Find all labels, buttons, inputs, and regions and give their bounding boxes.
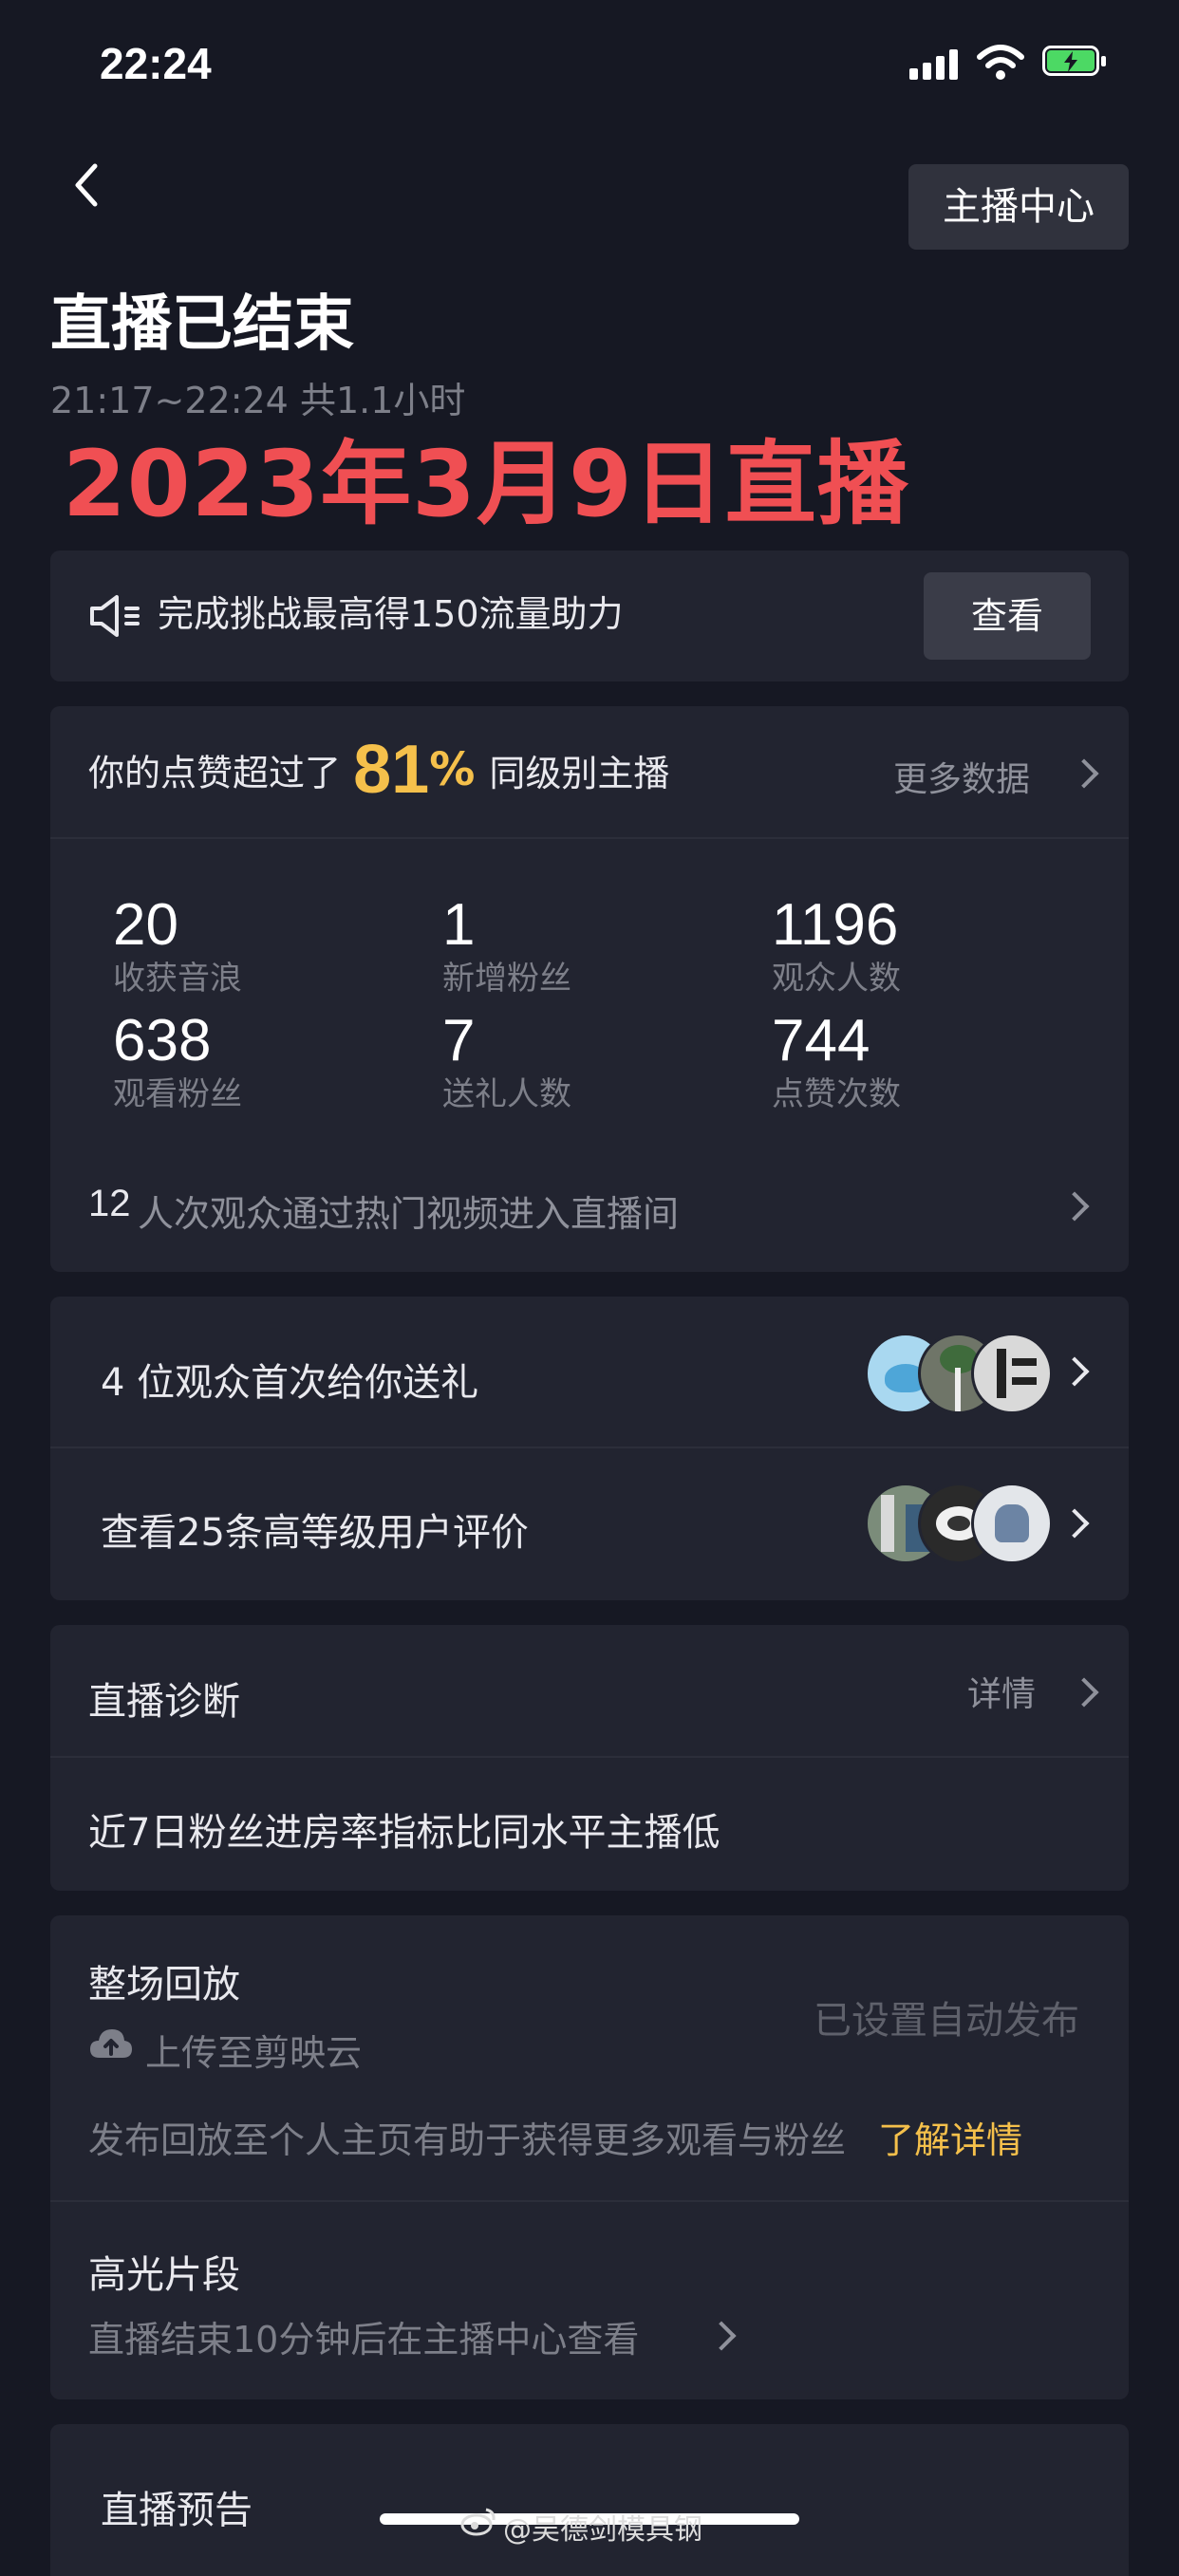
highlights-title: 高光片段 — [88, 2253, 240, 2297]
stat-label: 新增粉丝 — [442, 960, 571, 998]
replay-title: 整场回放 — [88, 1963, 240, 2007]
stat-label: 点赞次数 — [772, 1075, 901, 1113]
date-overlay-text: 2023年3月9日直播 — [63, 431, 909, 537]
likes-prefix: 你的点赞超过了 — [88, 752, 342, 794]
chevron-left-icon — [75, 163, 98, 207]
traffic-source-row[interactable]: 12 人次观众通过热门视频进入直播间 — [50, 1162, 1129, 1247]
back-button[interactable] — [66, 157, 123, 223]
likes-comparison: 你的点赞超过了 81% 同级别主播 — [88, 731, 669, 816]
diagnosis-message: 近7日粉丝进房率指标比同水平主播低 — [88, 1811, 720, 1855]
view-challenge-button[interactable]: 查看 — [924, 572, 1091, 660]
stat-label: 观众人数 — [772, 960, 901, 998]
stat-value: 7 — [442, 1008, 476, 1073]
upload-cloud-button[interactable]: 上传至剪映云 — [88, 2022, 392, 2074]
challenge-banner: 完成挑战最高得150流量助力 查看 — [50, 551, 1129, 681]
cellular-signal-icon — [909, 47, 959, 80]
replay-card: 整场回放 上传至剪映云 已设置自动发布 发布回放至个人主页有助于获得更多观看与粉… — [50, 1915, 1129, 2399]
stat-label: 送礼人数 — [442, 1075, 571, 1113]
avatar — [971, 1483, 1053, 1564]
stat-label: 观看粉丝 — [113, 1075, 242, 1113]
likes-percent-sign: % — [429, 743, 476, 796]
speaker-icon — [90, 595, 140, 637]
diagnosis-card: 直播诊断 详情 近7日粉丝进房率指标比同水平主播低 — [50, 1625, 1129, 1891]
challenge-text: 完成挑战最高得150流量助力 — [158, 593, 624, 635]
audience-card: 4 位观众首次给你送礼 查看25条高等级用户评价 — [50, 1297, 1129, 1600]
upload-label: 上传至剪映云 — [145, 2032, 363, 2074]
diagnosis-detail-link[interactable]: 详情 — [967, 1667, 1110, 1720]
user-reviews-text: 查看25条高等级用户评价 — [101, 1511, 529, 1555]
chevron-right-icon — [1069, 758, 1099, 789]
chevron-right-icon — [1069, 1677, 1099, 1708]
chevron-right-icon — [1059, 1191, 1090, 1222]
stat-value: 1196 — [772, 892, 899, 958]
user-reviews-row[interactable]: 查看25条高等级用户评价 — [50, 1448, 1129, 1598]
battery-charging-icon — [1042, 46, 1109, 80]
likes-suffix: 同级别主播 — [489, 752, 670, 794]
stat-value: 20 — [113, 892, 178, 958]
more-data-label: 更多数据 — [893, 760, 1031, 799]
auto-publish-status: 已设置自动发布 — [814, 1999, 1079, 2043]
traffic-count: 12 — [88, 1183, 131, 1224]
streamer-center-button[interactable]: 主播中心 — [908, 164, 1129, 250]
learn-more-link[interactable]: 了解详情 — [878, 2111, 1022, 2163]
status-time: 22:24 — [100, 39, 212, 88]
page-title: 直播已结束 — [50, 289, 354, 360]
wifi-icon — [977, 45, 1024, 80]
stat-label: 收获音浪 — [113, 960, 242, 998]
watermark-text: @吴德剑模具钢 — [503, 2513, 702, 2547]
cloud-upload-icon — [90, 2029, 132, 2058]
diagnosis-title: 直播诊断 — [88, 1680, 240, 1724]
first-gift-text: 4 位观众首次给你送礼 — [101, 1361, 479, 1405]
more-data-link[interactable]: 更多数据 — [893, 752, 1112, 799]
stat-value: 638 — [113, 1008, 212, 1073]
stat-value: 744 — [772, 1008, 870, 1073]
highlights-link[interactable]: 直播结束10分钟后在主播中心查看 — [88, 2310, 753, 2363]
stats-card: 你的点赞超过了 81% 同级别主播 更多数据 20 收获音浪 1 新增粉丝 11… — [50, 706, 1129, 1272]
highlights-desc: 直播结束10分钟后在主播中心查看 — [88, 2319, 640, 2361]
session-duration: 21:17~22:24 共1.1小时 — [50, 380, 466, 421]
traffic-text: 人次观众通过热门视频进入直播间 — [138, 1193, 680, 1235]
weibo-logo-icon — [460, 2508, 496, 2536]
likes-percent: 81 — [353, 732, 430, 808]
replay-description: 发布回放至个人主页有助于获得更多观看与粉丝 — [88, 2119, 847, 2161]
live-preview-card[interactable]: 直播预告 — [50, 2424, 1129, 2576]
avatar — [971, 1333, 1053, 1414]
preview-title: 直播预告 — [101, 2489, 253, 2532]
stat-value: 1 — [442, 892, 476, 958]
chevron-right-icon — [1059, 1356, 1090, 1387]
chevron-right-icon — [706, 2321, 737, 2351]
first-gift-row[interactable]: 4 位观众首次给你送礼 — [50, 1297, 1129, 1447]
diagnosis-detail-label: 详情 — [967, 1675, 1037, 1714]
chevron-right-icon — [1059, 1508, 1090, 1539]
